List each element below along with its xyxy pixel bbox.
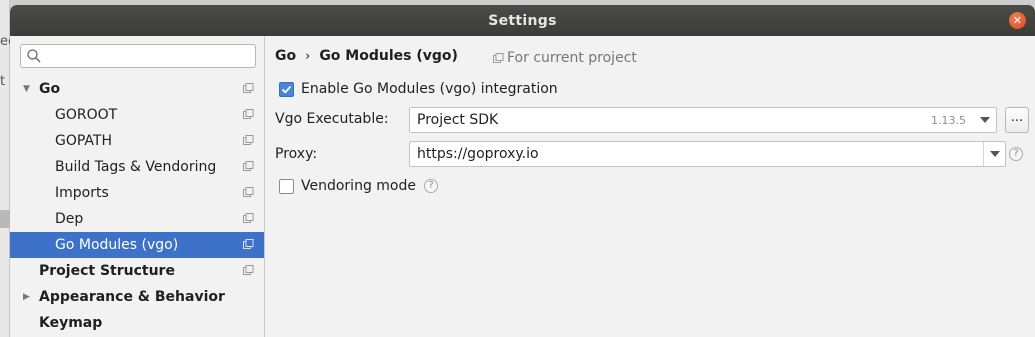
breadcrumb: Go › Go Modules (vgo) <box>275 48 458 64</box>
enable-go-modules-row[interactable]: Enable Go Modules (vgo) integration <box>279 81 558 97</box>
chevron-down-icon[interactable]: ▼ <box>23 84 33 94</box>
proxy-label: Proxy: <box>275 146 318 162</box>
tree-item-goroot[interactable]: GOROOT <box>10 102 264 128</box>
search-input[interactable] <box>47 47 247 65</box>
enable-go-modules-checkbox[interactable] <box>279 81 294 97</box>
tree-item-label: Go Modules (vgo) <box>55 237 179 253</box>
background-selection <box>0 210 10 228</box>
breadcrumb-current: Go Modules (vgo) <box>319 48 458 64</box>
settings-sidebar: ▼ Go GOROOT GOPATH Build Tags & Vendorin… <box>10 36 265 337</box>
tree-item-keymap[interactable]: Keymap <box>10 310 264 336</box>
search-icon <box>27 49 41 63</box>
background-text-fragment: t <box>0 74 6 89</box>
project-scope-icon <box>243 83 254 93</box>
settings-dialog: Settings ✕ ▼ Go GOROOT GOPATH Build Tags… <box>10 5 1035 337</box>
dropdown-button[interactable] <box>974 108 996 132</box>
chevron-right-icon[interactable]: ▶ <box>23 292 33 302</box>
scope-note: For current project <box>493 50 637 66</box>
tree-item-project-structure[interactable]: Project Structure <box>10 258 264 284</box>
breadcrumb-parent[interactable]: Go <box>275 48 296 64</box>
vgo-executable-select[interactable]: Project SDK 1.13.5 <box>409 107 997 133</box>
vendoring-mode-row[interactable]: Vendoring mode ? <box>279 178 438 194</box>
tree-item-dep[interactable]: Dep <box>10 206 264 232</box>
tree-item-label: Appearance & Behavior <box>39 289 225 305</box>
settings-content-panel: Go › Go Modules (vgo) For current projec… <box>266 36 1035 337</box>
tree-item-label: Dep <box>55 211 84 227</box>
project-scope-icon <box>243 239 254 249</box>
scope-note-text: For current project <box>507 50 637 66</box>
proxy-input[interactable]: https://goproxy.io <box>409 141 1006 167</box>
vgo-executable-label: Vgo Executable: <box>275 111 389 127</box>
search-box[interactable] <box>20 44 256 68</box>
tree-item-go-modules[interactable]: Go Modules (vgo) <box>10 232 264 258</box>
title-bar: Settings ✕ <box>10 5 1035 36</box>
dropdown-button[interactable] <box>983 142 1005 166</box>
settings-tree: ▼ Go GOROOT GOPATH Build Tags & Vendorin… <box>10 76 264 336</box>
project-scope-icon <box>243 213 254 223</box>
tree-item-appearance-behavior[interactable]: ▶ Appearance & Behavior <box>10 284 264 310</box>
tree-item-label: Project Structure <box>39 263 175 279</box>
tree-item-label: GOROOT <box>55 107 118 123</box>
sdk-version: 1.13.5 <box>931 114 966 127</box>
browse-button[interactable]: ... <box>1005 107 1029 133</box>
window-title: Settings <box>488 12 557 29</box>
tree-item-label: GOPATH <box>55 133 112 149</box>
tree-item-gopath[interactable]: GOPATH <box>10 128 264 154</box>
project-scope-icon <box>243 187 254 197</box>
checkmark-icon <box>281 85 292 94</box>
enable-go-modules-label: Enable Go Modules (vgo) integration <box>301 81 558 97</box>
vendoring-help-icon[interactable]: ? <box>424 179 438 193</box>
project-scope-icon <box>493 52 504 63</box>
project-scope-icon <box>243 265 254 275</box>
vendoring-mode-label: Vendoring mode <box>301 178 416 194</box>
chevron-down-icon <box>989 151 1000 157</box>
project-scope-icon <box>243 135 254 145</box>
tree-item-label: Imports <box>55 185 109 201</box>
tree-item-go[interactable]: ▼ Go <box>10 76 264 102</box>
close-icon: ✕ <box>1012 14 1023 27</box>
close-button[interactable]: ✕ <box>1009 12 1026 29</box>
tree-item-imports[interactable]: Imports <box>10 180 264 206</box>
tree-item-label: Keymap <box>39 315 103 331</box>
project-scope-icon <box>243 161 254 171</box>
chevron-down-icon <box>980 117 990 123</box>
vendoring-mode-checkbox[interactable] <box>279 178 294 194</box>
vgo-executable-value: Project SDK <box>417 112 499 128</box>
tree-item-label: Build Tags & Vendoring <box>55 159 217 175</box>
tree-item-build-tags[interactable]: Build Tags & Vendoring <box>10 154 264 180</box>
tree-item-label: Go <box>39 81 61 97</box>
project-scope-icon <box>243 109 254 119</box>
proxy-value: https://goproxy.io <box>417 146 539 162</box>
proxy-help-icon[interactable]: ? <box>1009 147 1023 161</box>
background-app-strip: ec t <box>0 0 15 337</box>
breadcrumb-separator-icon: › <box>305 48 311 64</box>
